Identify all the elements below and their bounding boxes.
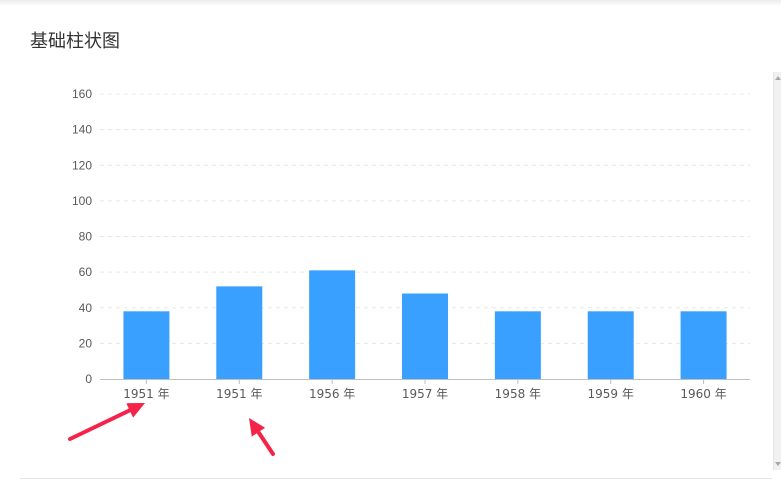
y-tick-label: 20 <box>79 336 93 350</box>
arrow-layer <box>68 403 275 456</box>
y-tick-label: 160 <box>72 87 92 101</box>
y-tick-label: 40 <box>79 301 93 315</box>
bar[interactable] <box>494 311 541 379</box>
annotation-arrow-icon <box>68 403 145 441</box>
x-tick-label: 1957 年 <box>402 387 448 401</box>
x-tick-label: 1959 年 <box>588 387 634 401</box>
y-tick-label: 0 <box>85 372 92 386</box>
bar-chart: 0 20 40 60 80 100 120 140 160 1951 年 1951 年 1956 年 1… <box>68 87 750 456</box>
x-tick-label: 1960 年 <box>680 387 726 401</box>
x-tick-label: 1951 年 <box>123 387 169 401</box>
y-tick-label: 100 <box>72 194 92 208</box>
y-tick-label: 140 <box>72 123 92 137</box>
scroll-up-icon[interactable] <box>775 76 781 80</box>
bar[interactable] <box>309 270 356 379</box>
bar[interactable] <box>402 293 448 380</box>
axis-layer <box>100 379 750 384</box>
x-tick-label: 1958 年 <box>495 387 541 401</box>
x-tick-label: 1951 年 <box>216 387 262 401</box>
y-tick-label: 60 <box>79 265 93 279</box>
scroll-down-icon[interactable] <box>775 462 781 466</box>
card-bottom-border <box>20 478 772 479</box>
vertical-scrollbar[interactable] <box>773 72 781 470</box>
bar[interactable] <box>680 311 727 379</box>
bar[interactable] <box>587 311 634 379</box>
annotation-arrow-icon <box>249 418 275 456</box>
bar[interactable] <box>123 311 170 379</box>
y-tick-label: 120 <box>72 158 92 172</box>
bar-layer <box>123 270 727 380</box>
y-tick-label: 80 <box>79 230 93 244</box>
bar[interactable] <box>216 286 263 379</box>
x-tick-label: 1956 年 <box>309 387 355 401</box>
